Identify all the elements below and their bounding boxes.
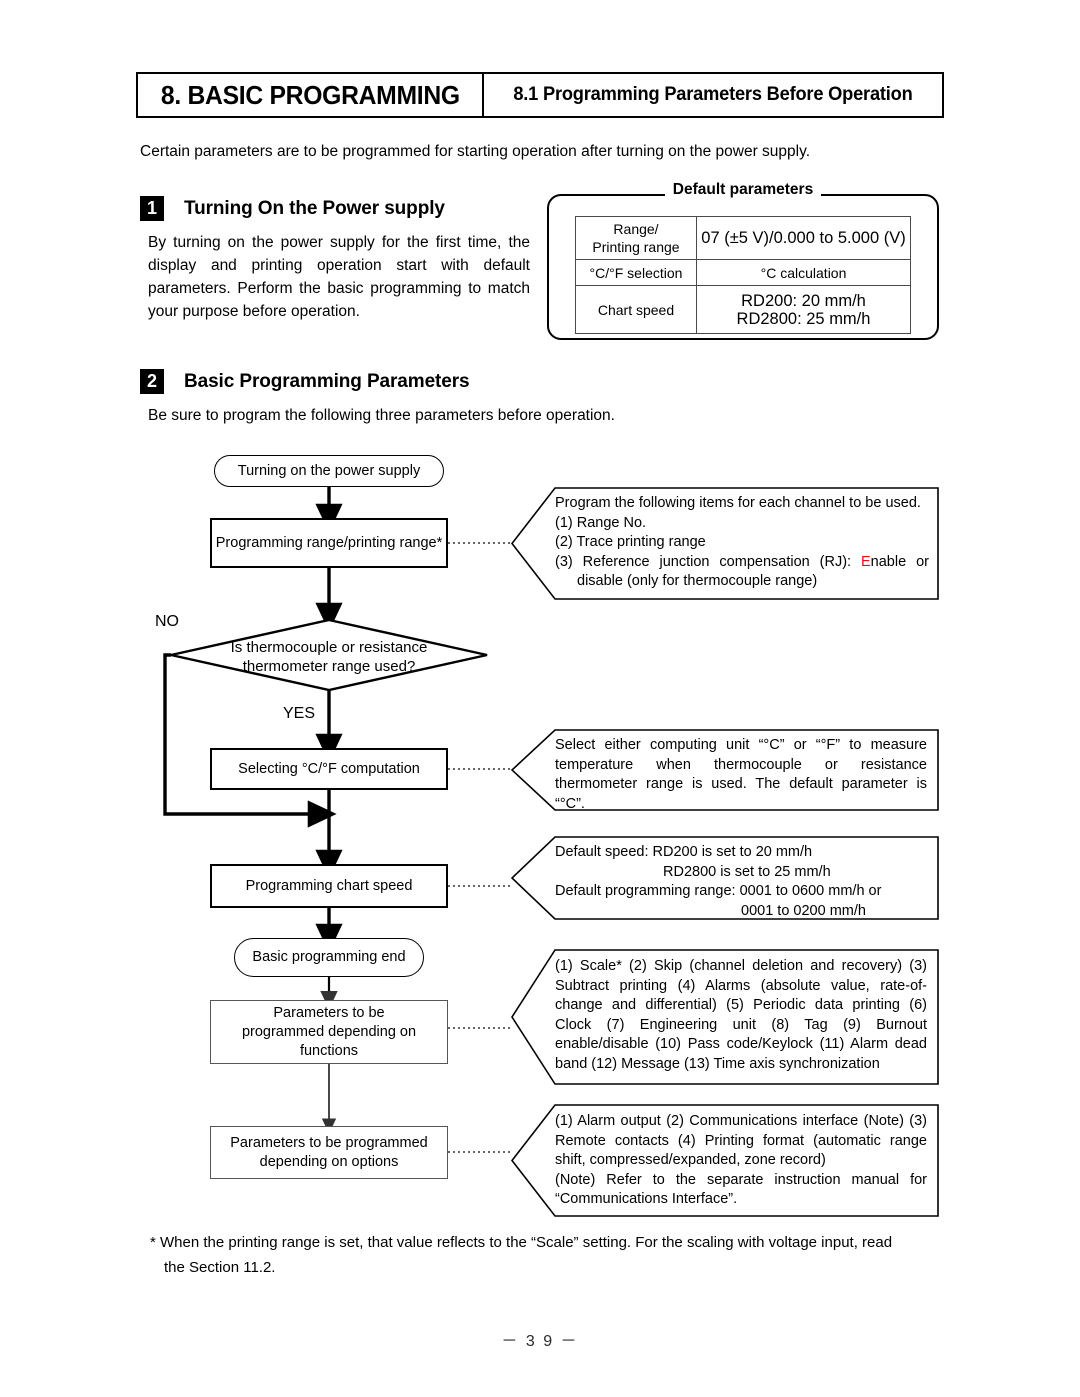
callout-range-line5: disable (only for thermocouple range): [577, 573, 818, 589]
flow-branch-no-label: NO: [155, 613, 179, 630]
callout-speed-line2: RD2800 is set to 25 mm/h: [663, 863, 831, 880]
flow-node-range: Programming range/printing range*: [210, 518, 448, 568]
flow-decision-label: Is thermocouple or resistance thermomete…: [230, 639, 428, 675]
callout-options-line2: (Note) Refer to the separate instruction…: [555, 1171, 927, 1208]
callout-options: (1) Alarm output (2) Communications inte…: [511, 1104, 939, 1217]
flow-node-end: Basic programming end: [234, 938, 424, 977]
callout-speed-line1: Default speed: RD200 is set to 20 mm/h: [555, 844, 813, 860]
footnote-line1: * When the printing range is set, that v…: [150, 1234, 893, 1251]
callout-range-line2: (1) Range No.: [555, 514, 647, 531]
callout-speed-line3: Default programming range: 0001 to 0600 …: [555, 883, 882, 899]
callout-options-line1: (1) Alarm output (2) Communications inte…: [555, 1113, 927, 1168]
callout-cf-computation: Select either computing unit “°C” or “°F…: [511, 729, 939, 812]
footnote: * When the printing range is set, that v…: [150, 1230, 946, 1280]
flow-node-chart-speed: Programming chart speed: [210, 864, 448, 908]
flow-node-start: Turning on the power supply: [214, 455, 444, 487]
page-number: － 3 9 －: [501, 1333, 579, 1350]
callout-range: Program the following items for each cha…: [511, 487, 939, 600]
callout-cf-text: Select either computing unit “°C” or “°F…: [555, 737, 927, 812]
callout-functions: (1) Scale* (2) Skip (channel deletion an…: [511, 949, 939, 1085]
callout-range-line1: Program the following items for each cha…: [555, 495, 921, 511]
callout-range-line4: (3) Reference junction compensation (RJ)…: [555, 553, 929, 570]
callout-speed-line4: 0001 to 0200 mm/h: [741, 902, 866, 919]
callout-functions-text: (1) Scale* (2) Skip (channel deletion an…: [555, 958, 927, 1072]
footnote-line2: the Section 11.2.: [164, 1259, 276, 1276]
flow-node-cf-computation: Selecting °C/°F computation: [210, 748, 448, 790]
flow-branch-yes-label: YES: [283, 705, 316, 722]
flow-node-option-parameters: Parameters to be programmed depending on…: [210, 1126, 448, 1179]
callout-chart-speed: Default speed: RD200 is set to 20 mm/h R…: [511, 836, 939, 920]
flow-node-function-parameters: Parameters to be programmed depending on…: [210, 1000, 448, 1064]
callout-range-line3: (2) Trace printing range: [555, 534, 706, 550]
document-page: 8. BASIC PROGRAMMING 8.1 Programming Par…: [0, 0, 1080, 1397]
callout-range-enable-initial: E: [861, 553, 871, 570]
